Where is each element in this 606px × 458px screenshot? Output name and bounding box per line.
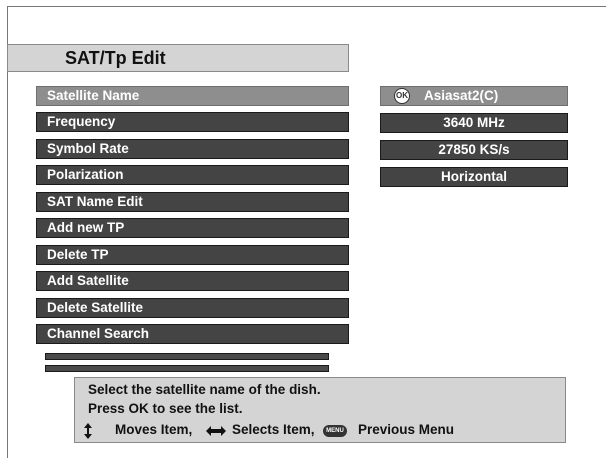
scroll-bar-bottom [45,365,329,372]
ok-button-icon: OK [394,88,410,104]
symbol-rate-value[interactable]: 27850 KS/s [380,140,568,160]
left-right-arrow-icon [205,425,227,440]
key-legend: Moves Item, Selects Item, MENU Previous … [83,422,553,440]
polarization-value[interactable]: Horizontal [380,167,568,187]
previous-menu-label: Previous Menu [358,422,455,437]
menu-item-delete-satellite[interactable]: Delete Satellite [36,298,349,318]
menu-item-polarization[interactable]: Polarization [36,165,349,185]
satellite-name-text: Asiasat2(C) [424,88,499,103]
scroll-bar-top [45,353,329,360]
page-title: SAT/Tp Edit [65,48,166,68]
help-text-line-1: Select the satellite name of the dish. [88,382,321,397]
menu-item-symbol-rate[interactable]: Symbol Rate [36,139,349,159]
menu-item-sat-name-edit[interactable]: SAT Name Edit [36,192,349,212]
menu-item-delete-tp[interactable]: Delete TP [36,245,349,265]
menu-button-icon: MENU [323,425,347,437]
satellite-name-value[interactable]: OK Asiasat2(C) [380,86,568,106]
menu-item-add-satellite[interactable]: Add Satellite [36,271,349,291]
menu-item-frequency[interactable]: Frequency [36,112,349,132]
moves-item-label: Moves Item, [115,422,193,437]
menu-item-satellite-name[interactable]: Satellite Name [36,86,349,106]
selects-item-label: Selects Item, [232,422,315,437]
up-down-arrow-icon [83,422,97,443]
frequency-value[interactable]: 3640 MHz [380,113,568,133]
help-text-line-2: Press OK to see the list. [88,401,243,416]
help-panel: Select the satellite name of the dish. P… [74,377,566,443]
menu-item-channel-search[interactable]: Channel Search [36,324,349,344]
title-bar: SAT/Tp Edit [7,44,349,72]
menu-item-add-new-tp[interactable]: Add new TP [36,218,349,238]
